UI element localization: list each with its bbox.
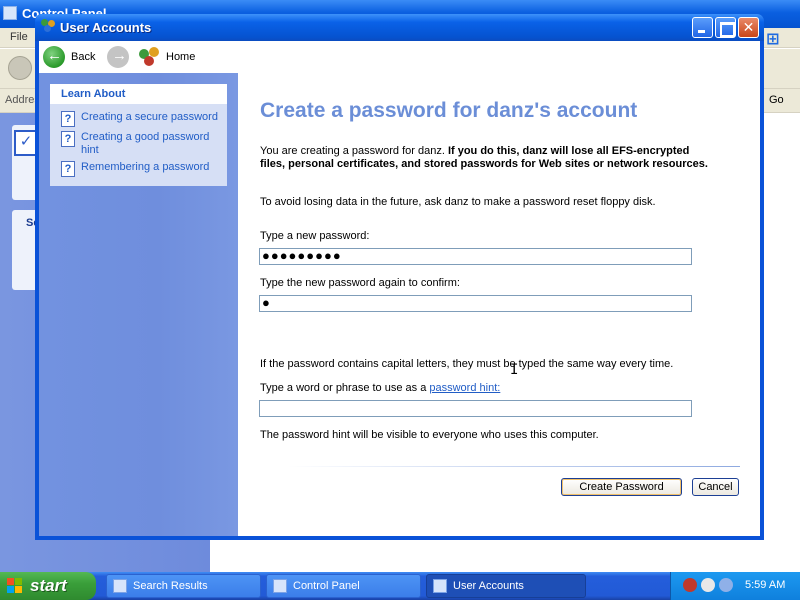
confirm-password-field[interactable]: ●	[259, 295, 692, 312]
task-control-panel[interactable]: Control Panel	[266, 574, 421, 598]
password-hint-label: Type a word or phrase to use as a passwo…	[260, 382, 500, 394]
intro-text: You are creating a password for danz. If…	[260, 145, 710, 171]
help-document-icon: ?	[61, 161, 75, 177]
home-button[interactable]: Home	[139, 45, 195, 69]
create-password-page: Create a password for danz's account You…	[238, 73, 760, 536]
cancel-button[interactable]: Cancel	[692, 478, 739, 496]
create-password-button[interactable]: Create Password	[561, 478, 682, 496]
task-pane: Learn About ? Creating a secure password…	[39, 73, 238, 536]
forward-arrow-icon[interactable]	[107, 46, 129, 68]
new-password-field[interactable]: ●●●●●●●●●	[259, 248, 692, 265]
volume-icon[interactable]	[719, 578, 733, 592]
learn-item-password-hint[interactable]: ? Creating a good password hint	[61, 131, 221, 157]
maximize-button[interactable]	[715, 17, 736, 38]
system-tray: 5:59 AM	[670, 572, 800, 600]
menu-file[interactable]: File	[10, 31, 28, 43]
hint-label-text: Type a word or phrase to use as a	[260, 382, 430, 394]
back-label: Back	[71, 51, 96, 63]
task-user-accounts[interactable]: User Accounts	[426, 574, 586, 598]
user-accounts-icon	[41, 19, 57, 33]
confirm-password-label: Type the new password again to confirm:	[260, 277, 460, 289]
back-button[interactable]: Back	[43, 45, 95, 69]
window-title: User Accounts	[60, 20, 152, 35]
security-shield-icon[interactable]	[683, 578, 697, 592]
users-home-icon	[139, 47, 161, 67]
intro-plain: You are creating a password for danz.	[260, 145, 448, 157]
task-label: User Accounts	[453, 580, 524, 592]
password-hint-field[interactable]	[259, 400, 692, 417]
learn-item-label[interactable]: Remembering a password	[81, 161, 209, 174]
go-button[interactable]: Go	[745, 89, 800, 113]
task-label: Control Panel	[293, 580, 360, 592]
user-accounts-icon	[433, 579, 447, 593]
control-panel-icon	[3, 6, 17, 20]
password-hint-link[interactable]: password hint:	[429, 382, 500, 394]
navigation-bar: Back Home	[39, 41, 760, 73]
back-arrow-icon[interactable]	[8, 56, 32, 80]
hint-visibility-note: The password hint will be visible to eve…	[260, 429, 599, 441]
start-label: start	[30, 576, 67, 595]
start-button[interactable]: start	[0, 572, 96, 600]
minimize-button[interactable]	[692, 17, 713, 38]
help-document-icon: ?	[61, 111, 75, 127]
taskbar: start Search Results Control Panel User …	[0, 572, 800, 600]
windows-logo-icon: ⊞	[766, 31, 780, 48]
close-button[interactable]: ✕	[738, 17, 759, 38]
separator	[288, 466, 740, 467]
page-title: Create a password for danz's account	[260, 99, 638, 122]
help-document-icon: ?	[61, 131, 75, 147]
new-password-label: Type a new password:	[260, 230, 370, 242]
learn-item-label[interactable]: Creating a secure password	[81, 111, 218, 124]
user-accounts-window: User Accounts ✕ Back Home Learn About ?	[35, 14, 764, 540]
learn-item-secure-password[interactable]: ? Creating a secure password	[61, 111, 218, 127]
network-icon[interactable]	[701, 578, 715, 592]
learn-item-remembering-password[interactable]: ? Remembering a password	[61, 161, 209, 177]
search-results-icon	[113, 579, 127, 593]
clock: 5:59 AM	[745, 579, 786, 591]
back-arrow-icon	[43, 46, 65, 68]
learn-about-panel: Learn About ? Creating a secure password…	[50, 84, 227, 186]
windows-flag-icon	[7, 578, 23, 594]
control-panel-icon	[273, 579, 287, 593]
case-sensitivity-note: If the password contains capital letters…	[260, 358, 674, 370]
reset-disk-note: To avoid losing data in the future, ask …	[260, 196, 656, 208]
task-search-results[interactable]: Search Results	[106, 574, 261, 598]
task-label: Search Results	[133, 580, 208, 592]
user-accounts-body: Back Home Learn About ? Creating a secur…	[39, 41, 760, 536]
learn-about-heading: Learn About	[50, 84, 227, 105]
home-label: Home	[166, 51, 196, 63]
learn-item-label[interactable]: Creating a good password hint	[81, 131, 221, 157]
user-accounts-titlebar[interactable]: User Accounts ✕	[35, 14, 764, 41]
